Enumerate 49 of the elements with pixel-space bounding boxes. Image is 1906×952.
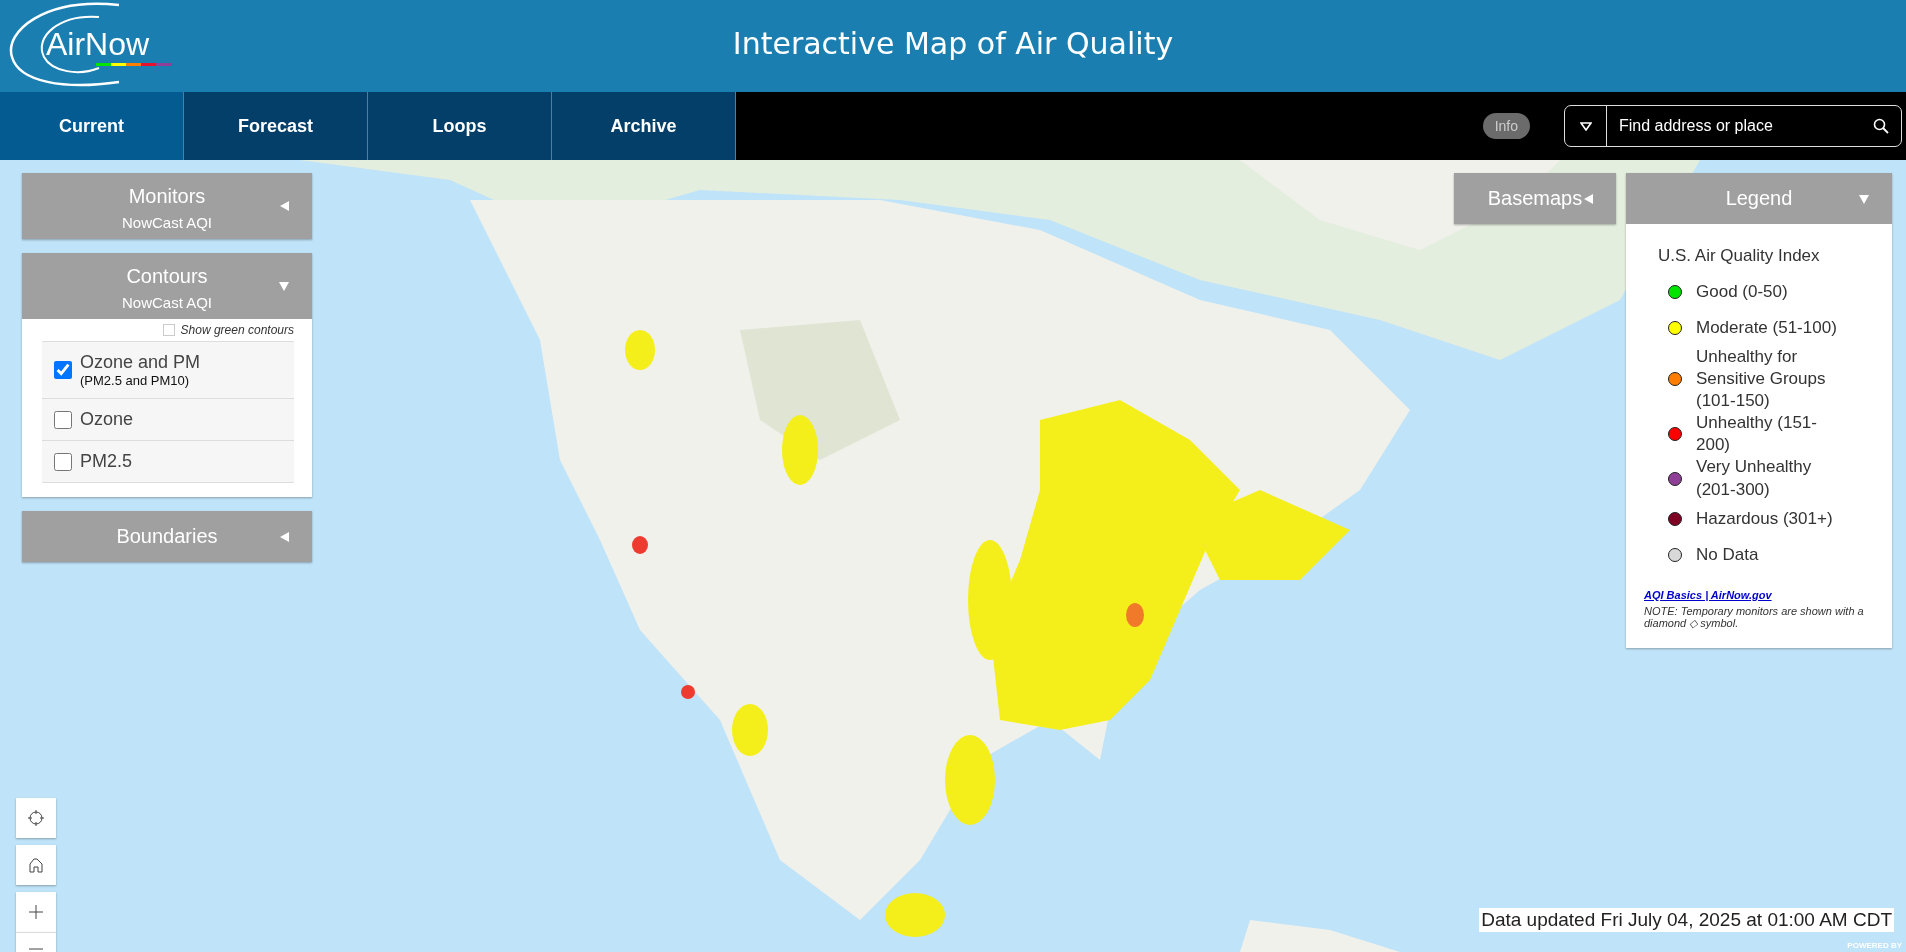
option-label: PM2.5: [80, 451, 133, 472]
nav-tab[interactable]: Loops: [368, 92, 552, 160]
legend-header[interactable]: Legend: [1626, 173, 1892, 224]
legend-label: Moderate (51-100): [1696, 316, 1838, 339]
panel-header[interactable]: Boundaries: [22, 511, 312, 562]
legend-label: Unhealthy (151-200): [1696, 412, 1818, 457]
crosshair-icon: [28, 810, 44, 826]
search-input[interactable]: Find address or place: [1607, 116, 1873, 136]
airnow-logo[interactable]: AirNow: [4, 2, 179, 90]
legend-label: No Data: [1696, 543, 1760, 566]
legend-heading: U.S. Air Quality Index: [1658, 246, 1821, 266]
nav-tab[interactable]: Forecast: [184, 92, 368, 160]
zoom-in-button[interactable]: [16, 892, 56, 932]
nav-tab[interactable]: Archive: [552, 92, 736, 160]
caret-icon: [1582, 192, 1594, 205]
info-button[interactable]: Info: [1482, 113, 1530, 139]
caret-icon: [1858, 192, 1870, 205]
nav-tab[interactable]: Current: [0, 92, 184, 160]
dropdown-icon[interactable]: [1579, 121, 1592, 131]
home-button[interactable]: [16, 845, 56, 885]
checkbox[interactable]: [162, 324, 175, 336]
panel-header[interactable]: Monitors NowCast AQI: [22, 173, 312, 239]
search-icon[interactable]: [1873, 118, 1889, 134]
legend-label: Very Unhealthy (201-300): [1696, 456, 1813, 501]
legend-label: Hazardous (301+): [1696, 507, 1834, 530]
option-label: Ozone: [80, 409, 134, 430]
home-icon: [29, 857, 43, 873]
attribution-text: POWERED BY: [1847, 941, 1902, 950]
legend-note: NOTE: Temporary monitors are shown with a diamond ◇ symbol.: [1644, 604, 1865, 630]
search-field[interactable]: Find address or place: [1564, 105, 1902, 147]
legend-label: Good (0-50): [1696, 280, 1789, 303]
page-title: Interactive Map of Air Quality: [732, 26, 1174, 61]
plus-icon: [28, 904, 44, 920]
legend-label: Unhealthy for Sensitive Groups (101-150): [1696, 346, 1827, 413]
checkbox[interactable]: [54, 410, 72, 429]
option-sublabel: (PM2.5 and PM10): [80, 373, 191, 388]
checkbox[interactable]: [54, 452, 72, 471]
locate-button[interactable]: [16, 798, 56, 838]
update-timestamp: Data updated Fri July 04, 2025 at 01:00 AM CDT: [1479, 908, 1894, 932]
basemaps-header[interactable]: Basemaps: [1454, 173, 1616, 224]
checkbox[interactable]: [54, 361, 72, 379]
caret-icon: [278, 530, 290, 543]
caret-icon: [278, 200, 290, 212]
aqi-link[interactable]: AQI Basics | AirNow.gov: [1644, 588, 1772, 601]
panel-header[interactable]: Contours NowCast AQI: [22, 253, 312, 319]
minus-icon: [28, 948, 44, 950]
caret-icon: [278, 280, 290, 292]
option-label: Ozone and PM: [80, 352, 201, 373]
checkbox-label: Show green contours: [180, 323, 294, 337]
